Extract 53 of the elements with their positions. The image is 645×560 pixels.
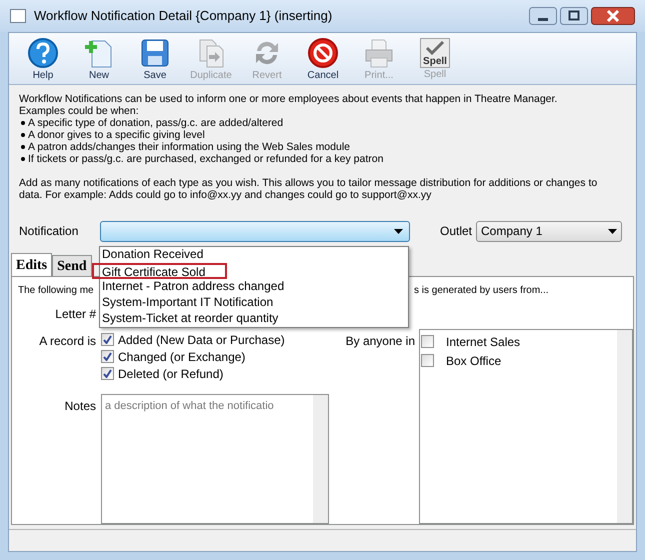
menu-item[interactable]: System-Ticket at reorder quantity	[100, 311, 408, 327]
info-text: Add as many notifications of each type as you wish. This allows you to tailor message distribution for additions or changes to data. For example: Adds could go to info@xx.yy and changes could go to support@xx.yy	[19, 177, 598, 201]
scrollbar[interactable]	[313, 395, 328, 523]
outlet-dropdown[interactable]: Company 1	[476, 220, 622, 242]
checkbox-label: Deleted (or Refund)	[118, 366, 224, 382]
close-button[interactable]	[591, 7, 635, 25]
save-button[interactable]: Save	[127, 33, 183, 85]
window-icon	[10, 9, 26, 23]
minimize-button[interactable]	[529, 7, 557, 25]
checkbox[interactable]	[421, 335, 434, 348]
description-text: The following me	[18, 284, 94, 298]
cancel-button[interactable]: Cancel	[295, 33, 351, 85]
tab[interactable]: Edits	[11, 253, 52, 277]
info-text: Workflow Notifications can be used to inform one or more employees about events that happen in Theatre Manager.	[19, 93, 558, 105]
scrollbar[interactable]	[617, 330, 632, 523]
info-bullet: A specific type of donation, pass/g.c. are added/altered	[28, 117, 284, 129]
menu-item[interactable]: Internet - Patron address changed	[100, 279, 408, 295]
cancel-icon	[307, 36, 339, 68]
list-item[interactable]: Box Office	[446, 352, 502, 370]
window-title: Workflow Notification Detail {Company 1} (inserting)	[34, 7, 332, 26]
checkbox-label: Changed (or Exchange)	[118, 348, 246, 366]
spell-icon: Spell	[420, 38, 450, 68]
help-button[interactable]: Help	[15, 33, 71, 85]
notes-label: Notes	[64, 398, 96, 415]
outlet-label: Outlet	[440, 223, 472, 240]
notification-dropdown[interactable]	[100, 220, 410, 242]
list-item[interactable]: Internet Sales	[446, 332, 520, 350]
info-bullet: A patron adds/changes their information using the Web Sales module	[28, 141, 350, 153]
description-text: s is generated by users from...	[414, 284, 549, 298]
info-text: Examples could be when:	[19, 105, 140, 117]
print-icon	[363, 36, 395, 68]
caret-icon	[394, 228, 403, 234]
caret-icon	[608, 228, 618, 234]
letter-label: Letter #	[54, 306, 96, 323]
anyone-label: By anyone in	[344, 333, 415, 350]
menu-item[interactable]: Donation Received	[100, 247, 408, 263]
tab[interactable]: Send	[52, 255, 92, 276]
checkbox[interactable]	[101, 333, 114, 346]
new-button[interactable]: New	[71, 33, 127, 85]
maximize-button[interactable]	[560, 7, 588, 25]
help-icon	[27, 36, 59, 68]
menu-item[interactable]: System-Important IT Notification	[100, 295, 408, 311]
save-icon	[139, 36, 171, 68]
checkbox[interactable]	[101, 367, 114, 380]
info-bullet: If tickets or pass/g.c. are purchased, exchanged or refunded for a key patron	[28, 153, 384, 165]
notification-label: Notification	[19, 223, 80, 240]
record-label: A record is	[38, 333, 96, 350]
checkbox-label: Added (New Data or Purchase)	[118, 332, 285, 348]
info-bullet: A donor gives to a specific giving level	[28, 129, 205, 141]
checkbox[interactable]	[421, 354, 434, 367]
menu-item[interactable]: Gift Certificate Sold	[92, 263, 227, 279]
notes-field[interactable]: a description of what the notificatio	[101, 394, 329, 524]
checkbox[interactable]	[101, 350, 114, 363]
